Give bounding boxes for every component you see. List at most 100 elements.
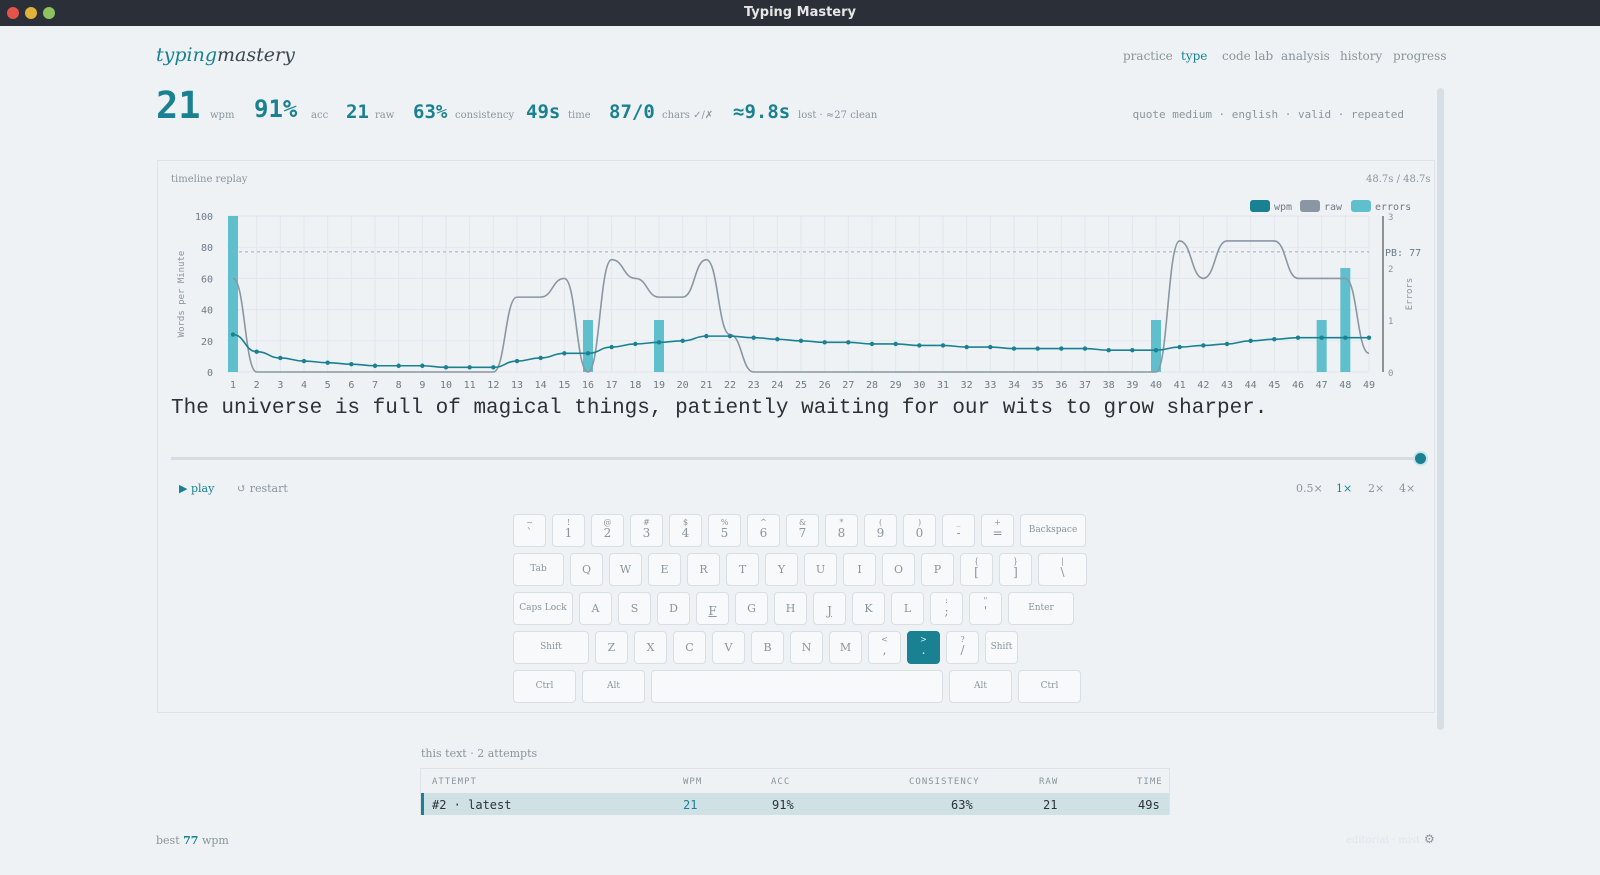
key-label: , bbox=[882, 643, 887, 657]
wpm-point bbox=[704, 333, 709, 339]
x-tick-label: 5 bbox=[325, 380, 331, 391]
key-enter: Enter bbox=[1008, 592, 1074, 625]
wpm-point bbox=[349, 362, 354, 367]
key-label: ; bbox=[944, 604, 949, 618]
key-6: ^ 6 bbox=[747, 514, 780, 547]
key-label: 0 bbox=[915, 526, 924, 540]
key-1: ! 1 bbox=[552, 514, 585, 547]
key-label: 8 bbox=[837, 526, 846, 540]
x-tick-label: 18 bbox=[629, 380, 641, 391]
key-label: A bbox=[591, 602, 600, 615]
wpm-point bbox=[1319, 335, 1324, 340]
wpm-point bbox=[775, 337, 780, 342]
replay-slider-handle[interactable] bbox=[1413, 451, 1428, 466]
key-5: % 5 bbox=[708, 514, 741, 547]
x-tick-label: 10 bbox=[440, 380, 452, 391]
wpm-point bbox=[443, 365, 449, 370]
x-tick-label: 38 bbox=[1103, 380, 1115, 391]
key-0: ) 0 bbox=[903, 514, 936, 547]
key-o: O bbox=[882, 553, 915, 586]
wpm-point bbox=[1295, 335, 1301, 340]
wpm-point bbox=[491, 365, 496, 370]
key-space bbox=[651, 670, 943, 703]
play-button[interactable]: ▶ play bbox=[179, 482, 214, 495]
x-tick-label: 33 bbox=[984, 380, 996, 391]
x-tick-label: 44 bbox=[1245, 380, 1257, 391]
key-label: 6 bbox=[759, 526, 768, 540]
x-tick-label: 35 bbox=[1032, 380, 1044, 391]
speed-0-5x-button[interactable]: 0.5× bbox=[1296, 482, 1323, 495]
key-label: Caps Lock bbox=[519, 603, 567, 613]
key-y: Y bbox=[765, 553, 798, 586]
x-tick-label: 3 bbox=[277, 380, 283, 391]
key-tab: Tab bbox=[513, 553, 564, 586]
key-label: \ bbox=[1060, 565, 1065, 579]
table-row[interactable]: #2 · latest 21 91% 63% 21 49s bbox=[421, 793, 1169, 815]
wpm-point bbox=[254, 349, 259, 354]
theme-name: editorial · mist bbox=[1346, 835, 1421, 846]
key-label: M bbox=[839, 641, 852, 654]
cell-wpm: 21 bbox=[683, 798, 698, 812]
x-tick-label: 9 bbox=[419, 380, 425, 391]
x-tick-label: 42 bbox=[1197, 380, 1209, 391]
x-tick-label: 11 bbox=[464, 380, 476, 391]
x-tick-label: 47 bbox=[1316, 380, 1328, 391]
x-tick-label: 13 bbox=[511, 380, 523, 391]
key--: _ - bbox=[942, 514, 975, 547]
key-label: B bbox=[763, 641, 772, 654]
y2-tick-label: 0 bbox=[1388, 369, 1393, 379]
wpm-point bbox=[1011, 346, 1017, 351]
gear-icon[interactable]: ⚙ bbox=[1424, 832, 1435, 846]
key-label: E bbox=[660, 563, 669, 576]
legend-label-wpm: wpm bbox=[1274, 202, 1292, 213]
key-label: H bbox=[785, 602, 796, 615]
wpm-point bbox=[1272, 337, 1277, 342]
x-tick-label: 19 bbox=[653, 380, 665, 391]
wpm-point bbox=[656, 340, 662, 345]
key-i: I bbox=[843, 553, 876, 586]
col-wpm: WPM bbox=[683, 777, 703, 787]
x-tick-label: 4 bbox=[301, 380, 307, 391]
key-label: U bbox=[815, 563, 826, 576]
key-label: O bbox=[893, 563, 904, 576]
replay-slider-track[interactable] bbox=[171, 457, 1421, 460]
wpm-point bbox=[822, 340, 827, 345]
x-tick-label: 49 bbox=[1363, 380, 1375, 391]
x-tick-label: 36 bbox=[1055, 380, 1067, 391]
key-label: Q bbox=[581, 563, 592, 576]
key-3: #3 bbox=[630, 514, 663, 547]
key-label: L bbox=[903, 602, 912, 615]
key-7: & 7 bbox=[786, 514, 819, 547]
x-tick-label: 41 bbox=[1174, 380, 1186, 391]
restart-button[interactable]: ↺ restart bbox=[237, 482, 288, 495]
key-label: Ctrl bbox=[535, 681, 554, 691]
x-tick-label: 46 bbox=[1292, 380, 1304, 391]
key-,: <, bbox=[868, 631, 901, 664]
key-/: ? / bbox=[946, 631, 979, 664]
wpm-point bbox=[585, 351, 591, 356]
key-label: X bbox=[646, 641, 655, 654]
y2-tick-label: 1 bbox=[1388, 317, 1393, 327]
key-=: + = bbox=[981, 514, 1014, 547]
wpm-point bbox=[1035, 346, 1040, 351]
speed-2x-button[interactable]: 2× bbox=[1368, 482, 1384, 495]
wpm-point bbox=[562, 351, 567, 356]
x-tick-label: 28 bbox=[866, 380, 878, 391]
col-time: TIME bbox=[1137, 777, 1163, 787]
key-backspace: Backspace bbox=[1020, 514, 1086, 547]
wpm-point bbox=[727, 333, 733, 339]
wpm-point bbox=[420, 363, 425, 368]
key-4: $4 bbox=[669, 514, 702, 547]
error-bar bbox=[654, 320, 664, 372]
attempts-title: this text · 2 attempts bbox=[421, 747, 538, 760]
x-tick-label: 15 bbox=[558, 380, 570, 391]
wpm-point bbox=[751, 335, 756, 340]
speed-4x-button[interactable]: 4× bbox=[1399, 482, 1415, 495]
y2-tick-label: 3 bbox=[1388, 213, 1393, 223]
col-attempt: ATTEMPT bbox=[432, 777, 477, 787]
error-bar bbox=[1151, 320, 1161, 372]
x-tick-label: 1 bbox=[230, 380, 236, 391]
key-c: C bbox=[673, 631, 706, 664]
key-label: I bbox=[857, 563, 862, 576]
speed-1x-button[interactable]: 1× bbox=[1336, 482, 1352, 495]
